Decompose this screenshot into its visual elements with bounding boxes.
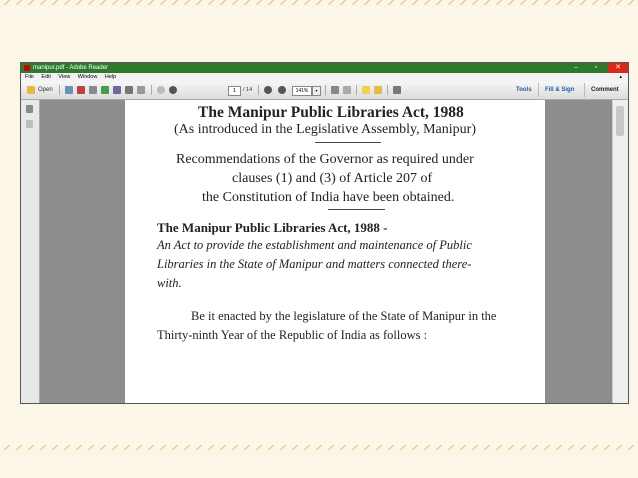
zoom-dropdown[interactable]: ▾ <box>312 86 321 96</box>
adobe-reader-icon <box>24 65 30 71</box>
sticky-note-icon[interactable] <box>362 86 370 94</box>
menu-window[interactable]: Window <box>78 74 98 80</box>
zoom-out-icon[interactable] <box>264 86 272 94</box>
next-page-icon[interactable] <box>169 86 177 94</box>
fit-width-icon[interactable] <box>331 86 339 94</box>
recommendation-line-2: clauses (1) and (3) of Article 207 of <box>232 171 433 186</box>
menu-help[interactable]: Help <box>105 74 116 80</box>
page-thumbnails-icon[interactable] <box>26 105 33 113</box>
tab-separator <box>584 83 585 97</box>
edit-pdf-icon[interactable] <box>89 86 97 94</box>
collapse-menu-icon[interactable]: ▴ <box>619 73 622 81</box>
recommendation-line-3: the Constitution of India have been obta… <box>202 190 455 205</box>
previous-page-icon[interactable] <box>157 86 165 94</box>
toolbar-separator <box>325 85 326 95</box>
print-icon[interactable] <box>125 86 133 94</box>
tab-tools[interactable]: Tools <box>516 81 532 99</box>
toolbar-separator <box>356 85 357 95</box>
sign-icon[interactable] <box>393 86 401 94</box>
full-screen-icon[interactable] <box>343 86 351 94</box>
act-subtitle: (As introduced in the Legislative Assemb… <box>174 122 476 137</box>
tab-separator <box>538 83 539 97</box>
folder-open-icon <box>27 86 35 94</box>
zoom-level-input[interactable]: 141% <box>292 86 312 96</box>
title-bar[interactable]: manipur.pdf - Adobe Reader – ▫ ✕ <box>21 63 628 73</box>
menu-bar: File Edit View Window Help ▴ <box>21 73 628 81</box>
act-description-line-1: An Act to provide the establishment and … <box>157 238 472 252</box>
act-description-line-2: Libraries in the State of Manipur and ma… <box>157 257 472 271</box>
minimize-button[interactable]: – <box>566 63 586 73</box>
recommendation-line-1: Recommendations of the Governor as requi… <box>176 152 474 167</box>
document-viewport[interactable]: The Manipur Public Libraries Act, 1988 (… <box>40 100 614 403</box>
toolbar-separator <box>258 85 259 95</box>
slide-bottom-border <box>0 445 638 450</box>
menu-view[interactable]: View <box>58 74 70 80</box>
enactment-line-2: Thirty-ninth Year of the Republic of Ind… <box>157 328 428 342</box>
enactment-line-1: Be it enacted by the legislature of the … <box>191 309 497 323</box>
act-heading: The Manipur Public Libraries Act, 1988 - <box>157 220 388 235</box>
export-pdf-icon[interactable] <box>77 86 85 94</box>
underline-mark <box>315 142 381 143</box>
share-icon[interactable] <box>101 86 109 94</box>
close-button[interactable]: ✕ <box>608 63 628 73</box>
maximize-button[interactable]: ▫ <box>586 63 606 73</box>
scrollbar-thumb[interactable] <box>616 106 624 136</box>
toolbar-separator <box>151 85 152 95</box>
attachments-icon[interactable] <box>26 120 33 128</box>
window-title: manipur.pdf - Adobe Reader <box>33 65 109 71</box>
zoom-in-icon[interactable] <box>278 86 286 94</box>
adobe-reader-window: manipur.pdf - Adobe Reader – ▫ ✕ File Ed… <box>20 62 629 404</box>
highlight-icon[interactable] <box>374 86 382 94</box>
toolbar: Open 1 / 14 141% ▾ Tools Fill & Sign Com… <box>21 81 628 100</box>
page-number-input[interactable]: 1 <box>228 86 241 96</box>
tab-comment[interactable]: Comment <box>591 81 619 99</box>
menu-file[interactable]: File <box>25 74 34 80</box>
act-title: The Manipur Public Libraries Act, 1988 <box>198 104 464 121</box>
navigation-panel <box>21 100 40 403</box>
pdf-page: The Manipur Public Libraries Act, 1988 (… <box>125 100 545 403</box>
vertical-scrollbar[interactable] <box>612 100 628 403</box>
page-total: / 14 <box>243 87 253 93</box>
menu-edit[interactable]: Edit <box>41 74 50 80</box>
create-pdf-icon[interactable] <box>65 86 73 94</box>
underline-mark <box>328 209 385 210</box>
tab-fill-sign[interactable]: Fill & Sign <box>545 81 574 99</box>
slide-top-border <box>0 0 638 5</box>
open-button[interactable]: Open <box>38 85 53 95</box>
email-icon[interactable] <box>137 86 145 94</box>
toolbar-separator <box>59 85 60 95</box>
save-icon[interactable] <box>113 86 121 94</box>
toolbar-separator <box>387 85 388 95</box>
act-description-line-3: with. <box>157 276 182 290</box>
